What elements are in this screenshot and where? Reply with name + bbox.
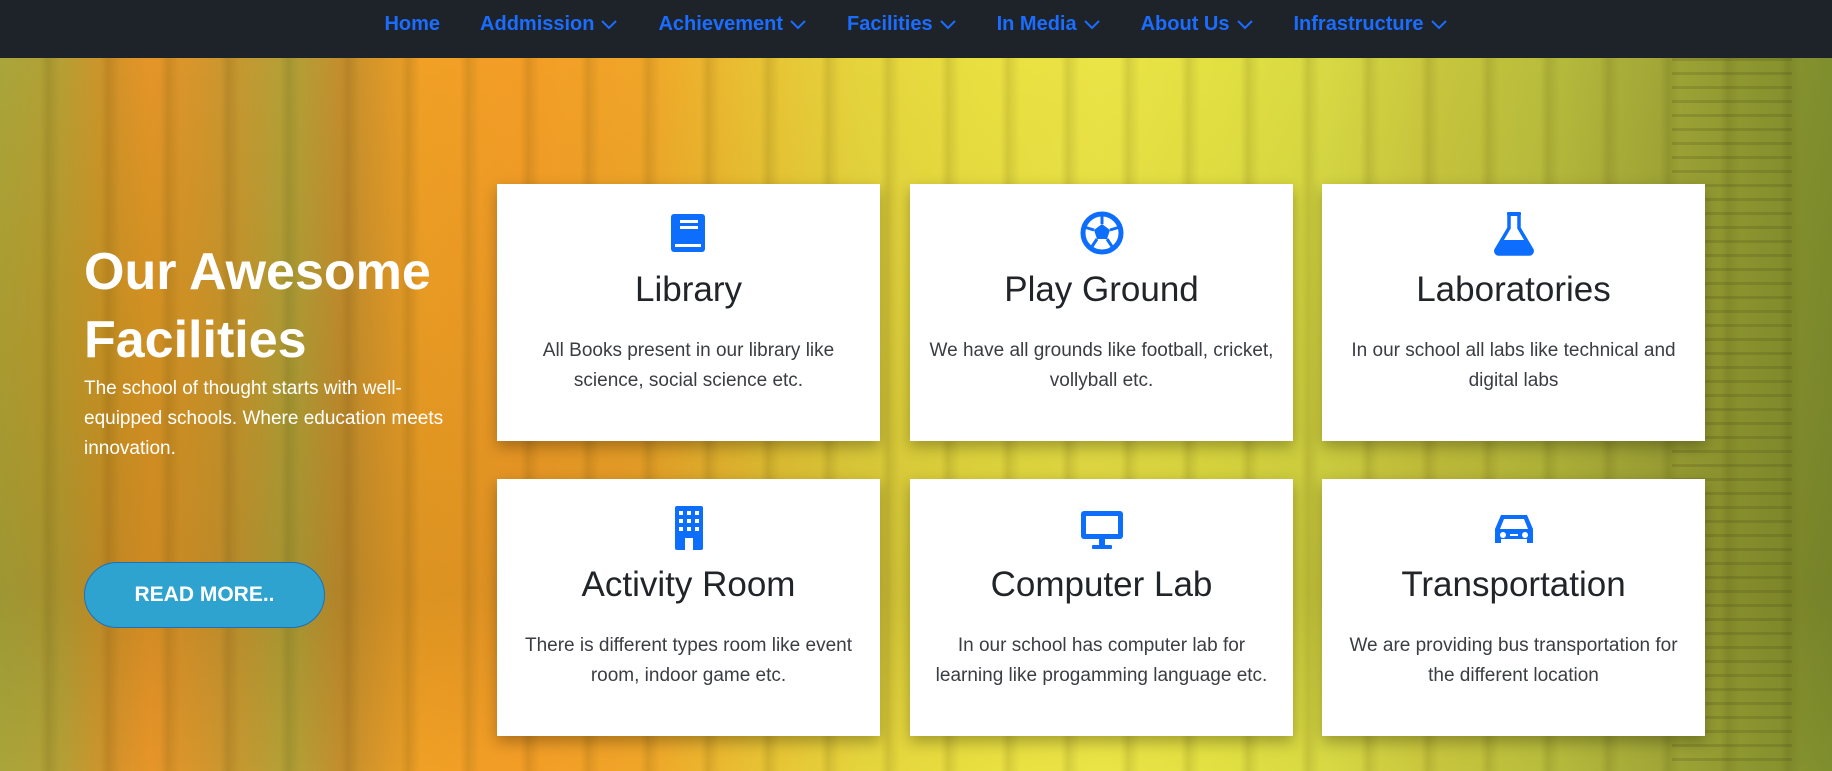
- nav-item-addmission[interactable]: Addmission: [480, 13, 618, 36]
- top-navbar: Home Addmission Achievement Facilities I…: [0, 0, 1832, 58]
- nav-item-home[interactable]: Home: [384, 13, 440, 36]
- facility-title: Computer Lab: [990, 565, 1213, 604]
- facility-text: In our school all labs like technical an…: [1351, 340, 1676, 391]
- facility-text: We are providing bus transportation for …: [1349, 635, 1678, 686]
- read-more-button[interactable]: READ MORE..: [84, 562, 325, 628]
- nav-item-about-us[interactable]: About Us: [1141, 13, 1254, 36]
- chevron-down-icon: [939, 20, 956, 30]
- nav-item-label: About Us: [1140, 12, 1230, 35]
- facility-text: All Books present in our library like sc…: [542, 340, 835, 391]
- nav-item-achievement[interactable]: Achievement: [658, 13, 807, 36]
- facility-title: Laboratories: [1416, 270, 1611, 309]
- facility-card-laboratories: Laboratories In our school all labs like…: [1322, 184, 1705, 441]
- nav-item-in-media[interactable]: In Media: [997, 13, 1101, 36]
- monitor-icon: [910, 505, 1293, 551]
- facility-card-computer-lab: Computer Lab In our school has computer …: [910, 479, 1293, 736]
- chevron-down-icon: [1083, 20, 1100, 30]
- flask-icon: [1322, 210, 1705, 256]
- hero-description: The school of thought starts with well-e…: [84, 378, 444, 459]
- facility-title: Play Ground: [1004, 270, 1199, 309]
- nav-item-label: Home: [384, 12, 441, 35]
- facility-card-transportation: Transportation We are providing bus tran…: [1322, 479, 1705, 736]
- facility-card-activity-room: Activity Room There is different types r…: [497, 479, 880, 736]
- chevron-down-icon: [790, 20, 806, 30]
- nav-item-infrastructure[interactable]: Infrastructure: [1294, 13, 1448, 36]
- facility-card-play-ground: Play Ground We have all grounds like foo…: [910, 184, 1293, 441]
- facility-text: We have all grounds like football, crick…: [929, 340, 1274, 391]
- football-icon: [910, 210, 1293, 256]
- book-icon: [497, 210, 880, 256]
- hero-title: Our Awesome Facilities: [84, 243, 431, 369]
- hero-intro: Our Awesome Facilities The school of tho…: [84, 238, 474, 464]
- chevron-down-icon: [1430, 20, 1447, 30]
- nav-item-label: Achievement: [658, 12, 783, 35]
- facilities-hero: Our Awesome Facilities The school of tho…: [0, 58, 1832, 771]
- nav-item-label: Addmission: [480, 12, 595, 35]
- nav-item-label: Infrastructure: [1293, 12, 1424, 35]
- car-icon: [1322, 505, 1705, 551]
- facility-title: Activity Room: [581, 565, 796, 604]
- nav-item-facilities[interactable]: Facilities: [847, 13, 957, 36]
- nav-menu: Home Addmission Achievement Facilities I…: [384, 13, 1447, 36]
- chevron-down-icon: [1236, 20, 1253, 30]
- facility-text: There is different types room like event…: [524, 635, 853, 686]
- building-icon: [497, 505, 880, 551]
- nav-item-label: In Media: [996, 12, 1077, 35]
- chevron-down-icon: [601, 20, 618, 30]
- facility-title: Transportation: [1401, 565, 1626, 604]
- facility-text: In our school has computer lab for learn…: [935, 635, 1268, 686]
- facility-card-library: Library All Books present in our library…: [497, 184, 880, 441]
- nav-item-label: Facilities: [846, 12, 933, 35]
- facility-title: Library: [635, 270, 742, 309]
